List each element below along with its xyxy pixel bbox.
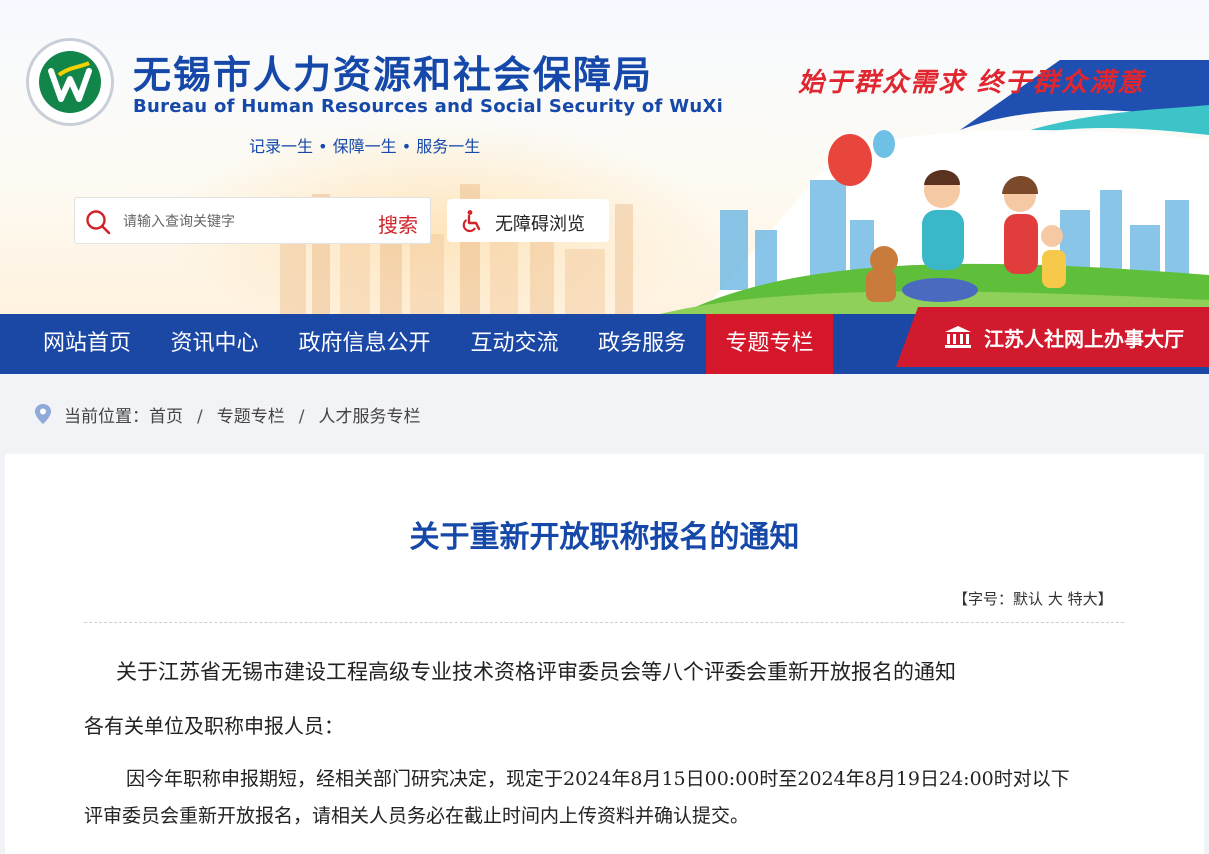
search-button[interactable]: 搜索 bbox=[378, 209, 418, 238]
org-name-cn: 无锡市人力资源和社会保障局 bbox=[133, 53, 654, 97]
bureau-logo bbox=[26, 38, 114, 126]
nav-item-services[interactable]: 政务服务 bbox=[579, 314, 705, 374]
nav-item-home[interactable]: 网站首页 bbox=[24, 314, 150, 374]
nav-item-gov-info[interactable]: 政府信息公开 bbox=[279, 314, 450, 374]
motto: 记录一生 • 保障一生 • 服务一生 bbox=[249, 137, 481, 156]
font-size-large[interactable]: 大 bbox=[1048, 590, 1063, 608]
article-paragraph-line: 因今年职称申报期短，经相关部门研究决定，现定于2024年8月15日00:00时至… bbox=[126, 768, 1070, 790]
breadcrumb-separator: / bbox=[197, 407, 203, 427]
slogan: 始于群众需求 终于群众满意 bbox=[798, 68, 1146, 98]
search-box: 搜索 bbox=[74, 197, 431, 244]
nav-item-interaction[interactable]: 互动交流 bbox=[451, 314, 578, 374]
jiangsu-service-portal-button[interactable]: 江苏人社网上办事大厅 bbox=[896, 307, 1209, 367]
font-size-xlarge[interactable]: 特大 bbox=[1068, 590, 1098, 608]
accessibility-label: 无障碍浏览 bbox=[495, 214, 585, 235]
breadcrumb-separator: / bbox=[298, 407, 305, 427]
location-pin-icon bbox=[35, 404, 51, 424]
logo-emblem-icon bbox=[48, 61, 92, 102]
article-title: 关于重新开放职称报名的通知 bbox=[409, 520, 800, 555]
article-divider bbox=[84, 622, 1124, 623]
article-greeting: 各有关单位及职称申报人员： bbox=[84, 714, 344, 738]
breadcrumb-prefix: 当前位置： bbox=[64, 407, 149, 427]
font-size-switcher: 【字号：默认 大 特大】 bbox=[953, 588, 1113, 609]
search-input[interactable] bbox=[121, 206, 365, 237]
article-paragraph-line: 评审委员会重新开放报名，请相关人员务必在截止时间内上传资料并确认提交。 bbox=[84, 805, 750, 827]
search-icon bbox=[86, 210, 111, 235]
wheelchair-icon bbox=[462, 210, 481, 233]
accessibility-button[interactable]: 无障碍浏览 bbox=[447, 199, 609, 242]
nav-item-news[interactable]: 资讯中心 bbox=[151, 314, 278, 374]
org-name-en: Bureau of Human Resources and Social Sec… bbox=[133, 96, 724, 117]
font-size-default[interactable]: 默认 bbox=[1013, 590, 1043, 608]
government-building-icon bbox=[945, 326, 971, 348]
portal-label: 江苏人社网上办事大厅 bbox=[984, 327, 1184, 351]
header-banner: 无锡市人力资源和社会保障局 Bureau of Human Resources … bbox=[0, 0, 1209, 314]
breadcrumb-home[interactable]: 首页 bbox=[149, 407, 183, 427]
font-size-end: 】 bbox=[1097, 590, 1113, 608]
font-size-label: 【字号： bbox=[953, 590, 1014, 608]
breadcrumb-topics[interactable]: 专题专栏 bbox=[217, 407, 285, 427]
nav-item-topics[interactable]: 专题专栏 bbox=[706, 314, 833, 374]
breadcrumb-talent-service[interactable]: 人才服务专栏 bbox=[318, 407, 420, 427]
article-subtitle: 关于江苏省无锡市建设工程高级专业技术资格评审委员会等八个评委会重新开放报名的通知 bbox=[116, 660, 956, 684]
